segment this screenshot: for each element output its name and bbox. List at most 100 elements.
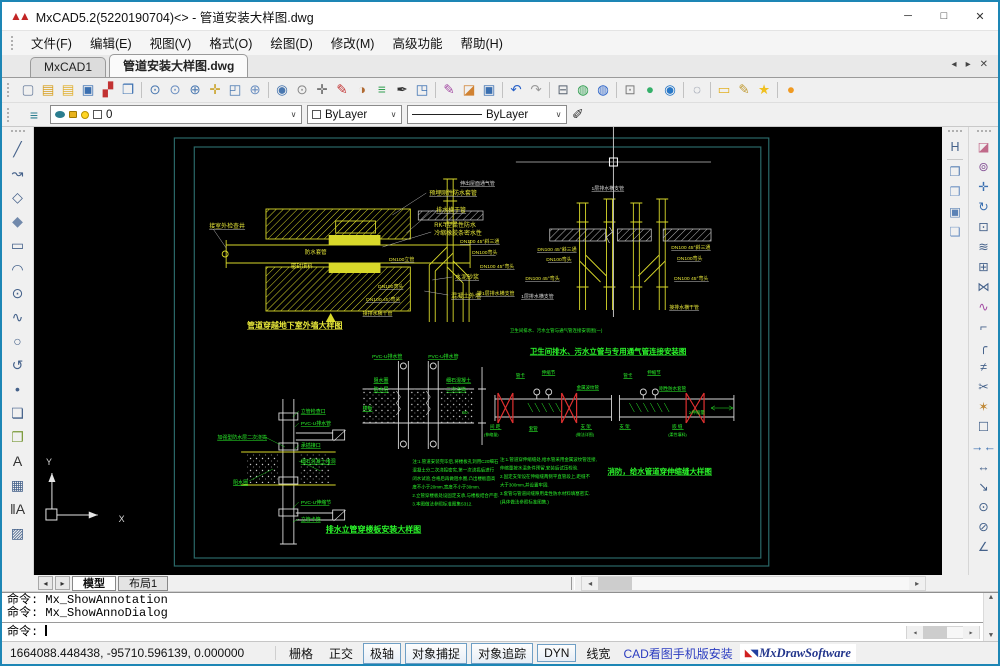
brand-badge[interactable]: ◣◥ MxDrawSoftware <box>740 644 856 662</box>
menu-item-2[interactable]: 视图(V) <box>141 34 201 54</box>
polygon-ir-icon[interactable]: ◆ <box>6 209 30 233</box>
rectangle-icon[interactable]: ▭ <box>6 233 30 257</box>
command-vertical-scrollbar[interactable]: ▲ ▼ <box>983 593 998 641</box>
sketch-icon[interactable]: ✎ <box>734 80 754 100</box>
move-icon[interactable]: ✛ <box>973 177 995 197</box>
paste-clip-icon[interactable]: ▣ <box>944 202 966 222</box>
fillet-icon[interactable]: ╭ <box>973 337 995 357</box>
zoom-extents-icon[interactable]: ⊕ <box>185 80 205 100</box>
render-palette-icon[interactable]: ◑ <box>352 80 372 100</box>
close-button[interactable]: ✕ <box>962 2 998 30</box>
scroll-down-icon[interactable]: ▼ <box>989 632 993 640</box>
toolbar-grip[interactable] <box>11 36 15 50</box>
toolbar-grip[interactable] <box>948 130 962 134</box>
menu-item-1[interactable]: 编辑(E) <box>81 34 141 54</box>
mirror-icon[interactable]: ⋈ <box>973 277 995 297</box>
rotate-icon[interactable]: ↻ <box>973 197 995 217</box>
chevron-down-icon[interactable]: ∨ <box>286 106 301 123</box>
spline-icon[interactable]: ∿ <box>6 305 30 329</box>
mobile-app-link[interactable]: CAD看图手机版安装 <box>623 645 732 662</box>
copy-base-icon[interactable]: ❐ <box>944 182 966 202</box>
chevron-down-icon[interactable]: ∨ <box>551 106 566 123</box>
open-file-icon[interactable]: ▤ <box>38 80 58 100</box>
scrollbar-thumb[interactable] <box>923 626 947 639</box>
linetype-combobox[interactable]: ByLayer ∨ <box>407 105 567 124</box>
paste-block-icon[interactable]: ❏ <box>944 222 966 242</box>
scroll-left-icon[interactable]: ◂ <box>907 626 923 639</box>
match-properties-icon[interactable]: ✐ <box>572 106 584 123</box>
zoom-window-icon[interactable]: ◰ <box>225 80 245 100</box>
status-toggle-0[interactable]: 栅格 <box>283 644 319 663</box>
block-create-icon[interactable]: ❏ <box>6 401 30 425</box>
text-icon[interactable]: A <box>6 449 30 473</box>
tab-close-icon[interactable]: ✕ <box>980 59 988 70</box>
menu-item-5[interactable]: 修改(M) <box>322 34 384 54</box>
circle-icon[interactable]: ⊙ <box>6 281 30 305</box>
app-update-icon[interactable]: ● <box>781 80 801 100</box>
menu-item-4[interactable]: 绘图(D) <box>261 34 321 54</box>
tab-layout1[interactable]: 布局1 <box>118 576 168 591</box>
pan-icon[interactable]: ✛ <box>205 80 225 100</box>
redo-icon[interactable]: ↷ <box>526 80 546 100</box>
zoom-previous-icon[interactable]: ⊙ <box>145 80 165 100</box>
offset-icon[interactable]: ≋ <box>973 237 995 257</box>
doc-tab-drawing[interactable]: 管道安装大样图.dwg <box>109 54 248 77</box>
view-preview-icon[interactable]: ⊙ <box>292 80 312 100</box>
status-toggle-6[interactable]: 线宽 <box>580 644 616 663</box>
chevron-down-icon[interactable]: ∨ <box>386 106 401 123</box>
scale-icon[interactable]: ⊡ <box>973 217 995 237</box>
hatch-icon[interactable]: ▨ <box>6 521 30 545</box>
cad-drawing[interactable]: 预埋刚性防水套管排水横干管RK-I型柔性防水冷缩橡胶条密水性接室外检查井防水套管… <box>34 127 942 575</box>
explode-icon[interactable]: ✶ <box>973 397 995 417</box>
scroll-right-icon[interactable]: ▸ <box>909 577 925 590</box>
scrollbar-thumb[interactable] <box>598 577 632 590</box>
pane-splitter[interactable] <box>571 577 575 590</box>
snapshot-icon[interactable]: ⊡ <box>620 80 640 100</box>
menu-item-6[interactable]: 高级功能 <box>383 34 451 54</box>
scroll-right-icon[interactable]: ▸ <box>963 626 979 639</box>
find-icon[interactable]: ◌ <box>687 80 707 100</box>
status-toggle-2[interactable]: 极轴 <box>363 643 401 664</box>
save-icon[interactable]: ▣ <box>78 80 98 100</box>
polyline-icon[interactable]: ↝ <box>6 161 30 185</box>
command-horizontal-scrollbar[interactable]: ◂ ▸ <box>906 626 980 639</box>
save-all-icon[interactable]: ❐ <box>118 80 138 100</box>
zoom-in-icon[interactable]: ⊕ <box>245 80 265 100</box>
doc-tab-mxcad1[interactable]: MxCAD1 <box>30 57 106 77</box>
toolbar-grip[interactable] <box>11 130 25 134</box>
toolbar-grip[interactable] <box>7 83 11 97</box>
toolbar-grip[interactable] <box>977 130 991 134</box>
help-online-icon[interactable]: ◉ <box>660 80 680 100</box>
wipe-entity-icon[interactable]: ◪ <box>459 80 479 100</box>
tab-next-icon[interactable]: ▸ <box>966 59 971 70</box>
web-open-icon[interactable]: ◍ <box>593 80 613 100</box>
zoom-dynamic-icon[interactable]: ⊙ <box>165 80 185 100</box>
status-toggle-3[interactable]: 对象捕捉 <box>405 643 467 664</box>
drawing-canvas[interactable]: 预埋刚性防水套管排水横干管RK-I型柔性防水冷缩橡胶条密水性接室外检查井防水套管… <box>34 127 942 575</box>
layer-manager-icon[interactable]: ≡ <box>23 107 45 123</box>
scroll-left-icon[interactable]: ◂ <box>582 577 598 590</box>
favorite-icon[interactable]: ★ <box>754 80 774 100</box>
ellipse-icon[interactable]: ○ <box>6 329 30 353</box>
trim-icon[interactable]: ✂ <box>973 377 995 397</box>
export-view-icon[interactable]: ◳ <box>412 80 432 100</box>
status-toggle-4[interactable]: 对象追踪 <box>471 643 533 664</box>
block-insert-icon[interactable]: ❐ <box>6 425 30 449</box>
dim-diameter-icon[interactable]: ⊘ <box>973 517 995 537</box>
arc-icon[interactable]: ◠ <box>6 257 30 281</box>
menu-item-7[interactable]: 帮助(H) <box>452 34 512 54</box>
tab-prev-icon[interactable]: ◂ <box>952 59 957 70</box>
extend-icon[interactable]: ⌐ <box>973 317 995 337</box>
command-input-line[interactable]: 命令: <box>7 625 978 638</box>
maximize-button[interactable]: □ <box>926 2 962 30</box>
dim-radius-icon[interactable]: ⊙ <box>973 497 995 517</box>
layer-combobox[interactable]: 0 ∨ <box>50 105 302 124</box>
polygon-icon[interactable]: ◇ <box>6 185 30 209</box>
splinedit-icon[interactable]: ∿ <box>973 297 995 317</box>
table-icon[interactable]: ▦ <box>6 473 30 497</box>
layout-scroll-right[interactable]: ▸ <box>55 576 70 590</box>
layout-scroll-left[interactable]: ◂ <box>38 576 53 590</box>
pan-realtime-icon[interactable]: ✛ <box>312 80 332 100</box>
ruler-icon[interactable]: ▭ <box>714 80 734 100</box>
save-image-icon[interactable]: ▣ <box>479 80 499 100</box>
